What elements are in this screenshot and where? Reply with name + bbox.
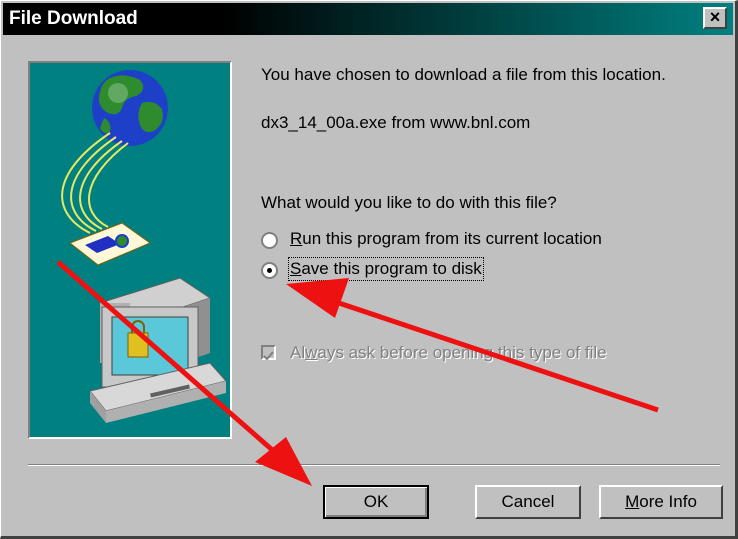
ok-button[interactable]: OK [323, 485, 429, 519]
radio-selected-dot [267, 268, 272, 273]
save-radio[interactable] [261, 262, 278, 279]
computer-icon [89, 277, 227, 423]
always-ask-checkbox[interactable] [261, 345, 276, 361]
connection-lines [61, 132, 129, 234]
illustration-art [61, 70, 227, 423]
question-text: What would you like to do with this file… [261, 193, 557, 212]
download-illustration [28, 61, 232, 439]
window-title: File Download [9, 8, 138, 29]
run-label[interactable]: Run this program from its current locati… [290, 229, 602, 249]
file-source-text: dx3_14_00a.exe from www.bnl.com [261, 113, 531, 132]
run-radio[interactable] [261, 232, 278, 249]
always-ask-label[interactable]: Always ask before opening this type of f… [290, 343, 607, 363]
more-info-button[interactable]: More Info [599, 485, 723, 519]
separator [28, 464, 720, 466]
save-label[interactable]: Save this program to disk [288, 257, 484, 281]
close-icon: × [709, 7, 721, 27]
checkmark-icon [263, 351, 274, 361]
cancel-button[interactable]: Cancel [475, 485, 581, 519]
globe-icon [92, 70, 168, 146]
title-bar[interactable]: File Download × [3, 3, 733, 35]
close-button[interactable]: × [703, 7, 727, 29]
file-download-dialog: File Download × You have chosen to downl… [0, 0, 738, 539]
intro-text: You have chosen to download a file from … [261, 65, 666, 84]
